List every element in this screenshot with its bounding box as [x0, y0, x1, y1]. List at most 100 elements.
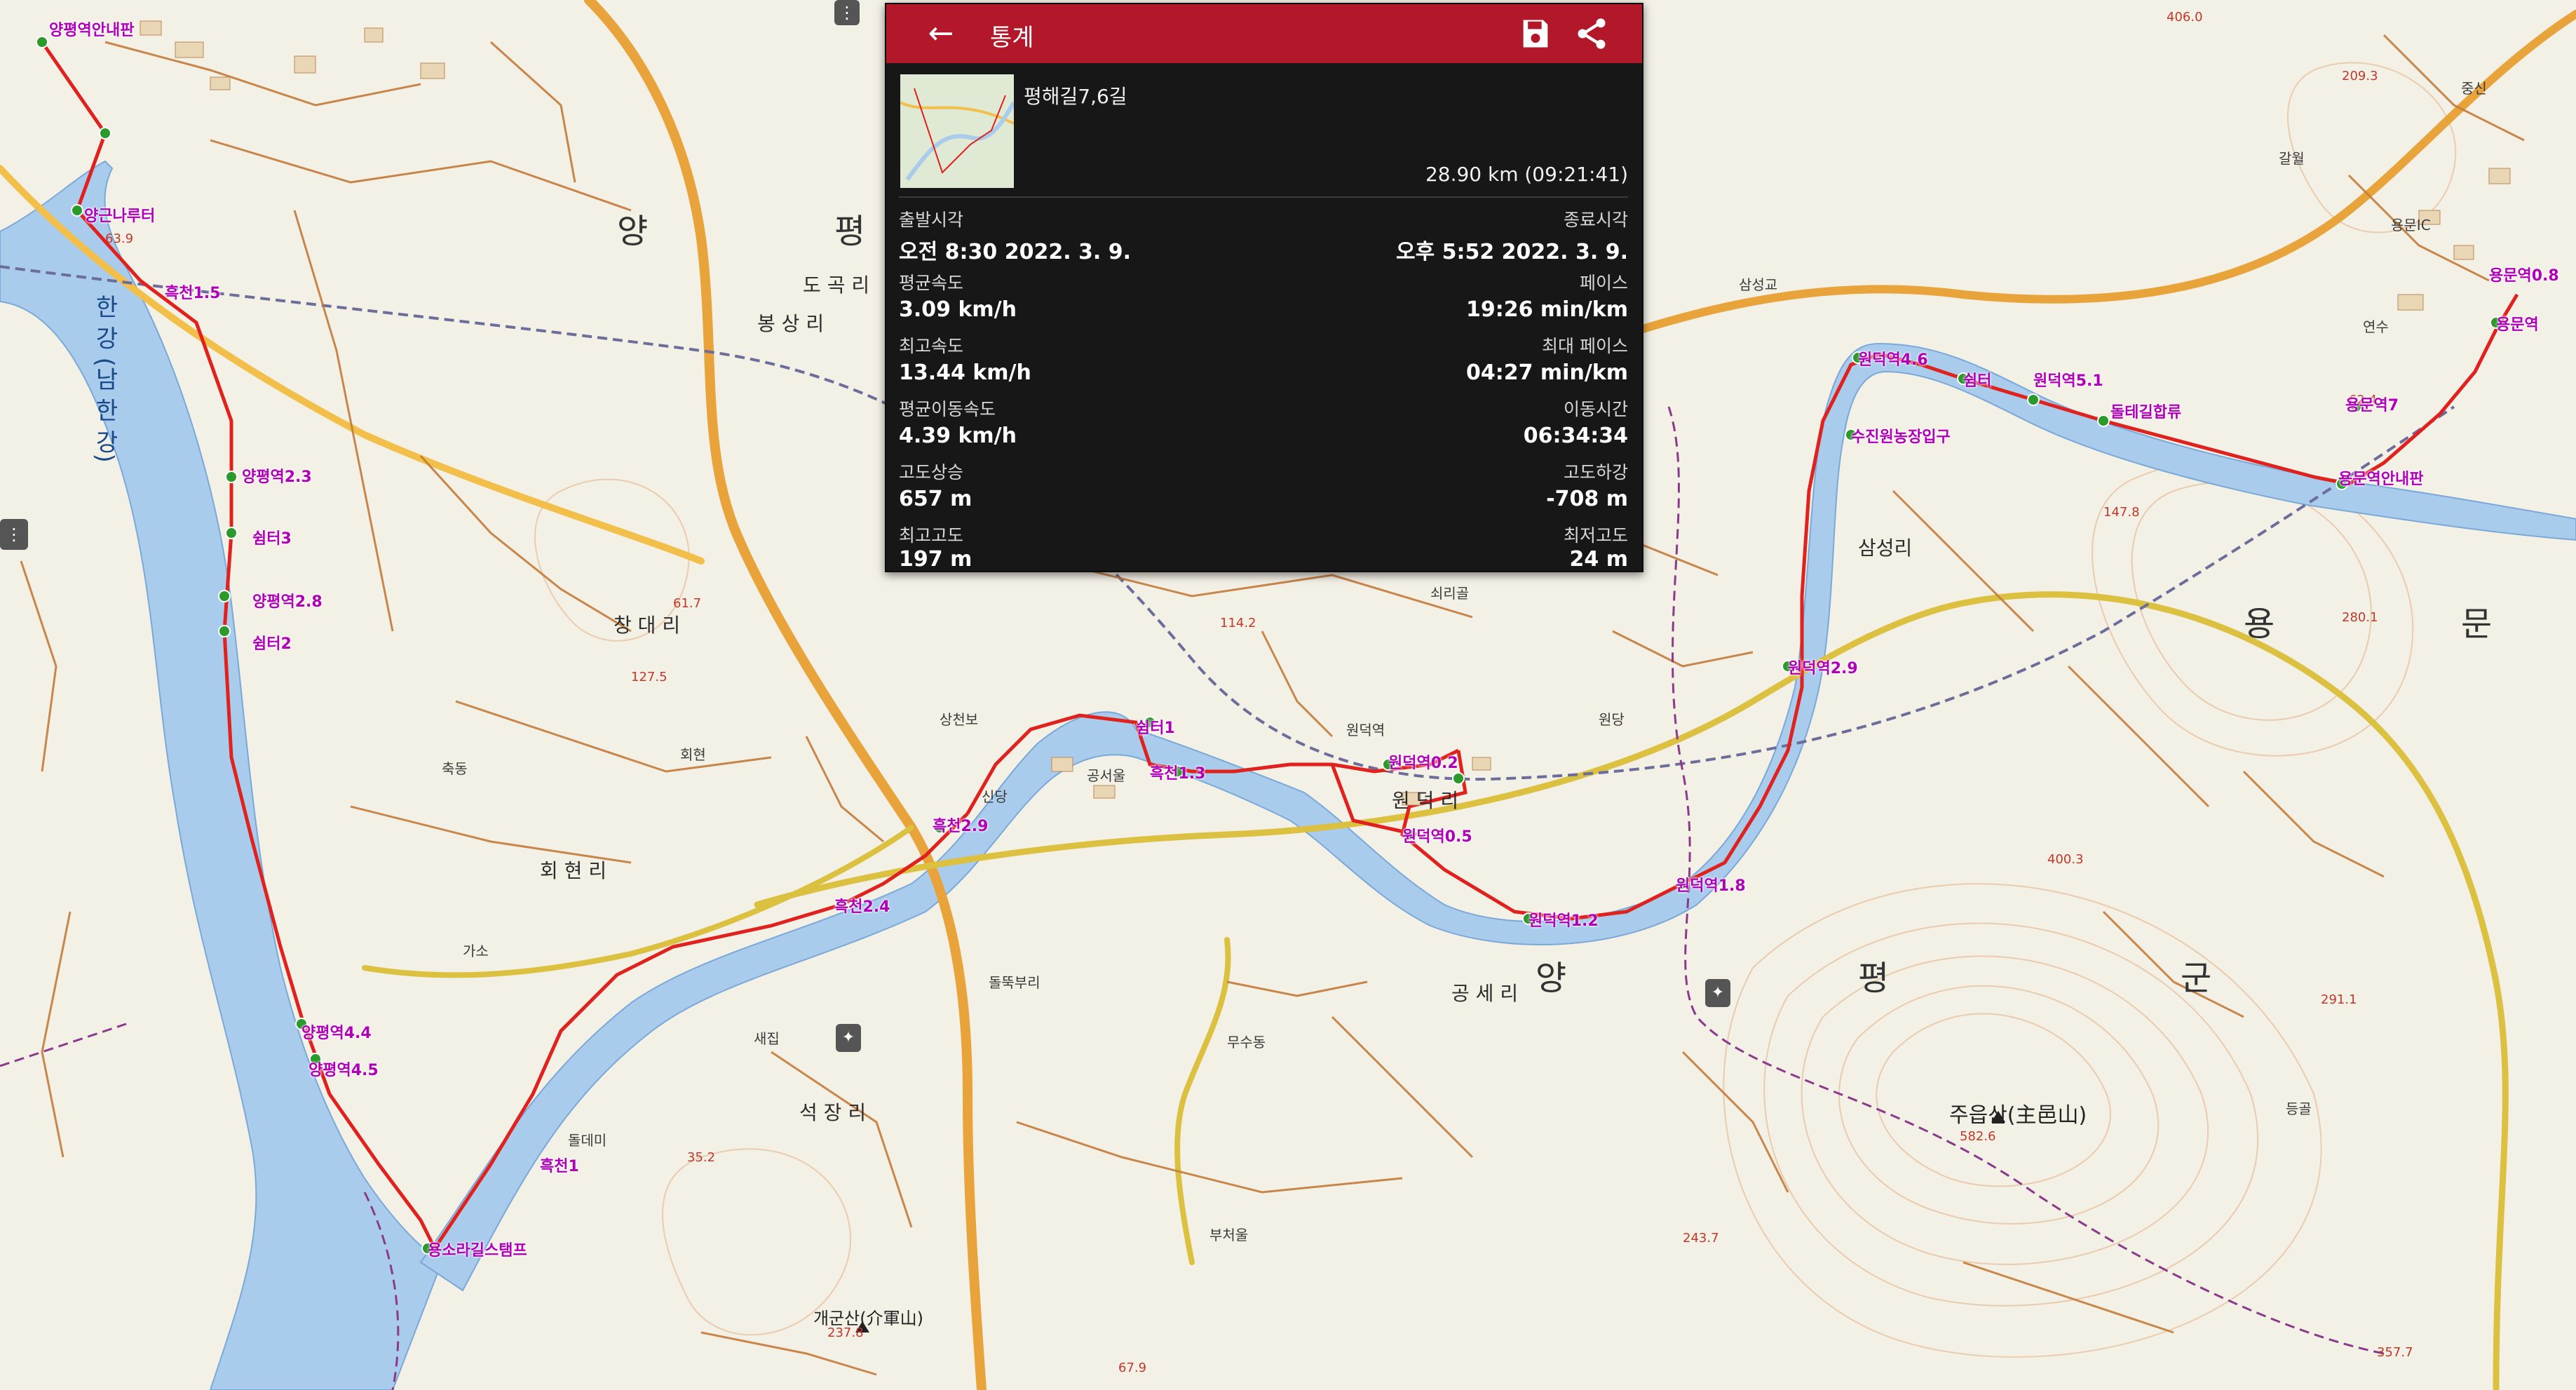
place-hoehyeon-2: 회현: [680, 746, 706, 763]
stat-label-pace: 페이스: [1579, 273, 1628, 293]
place-samseonggyo: 삼성교: [1739, 276, 1778, 293]
save-button[interactable]: [1517, 15, 1554, 52]
arrow-left-icon: ←: [928, 15, 954, 51]
place-sangcheon: 상천보: [940, 711, 979, 728]
spot-height: 400.3: [2047, 852, 2084, 867]
stat-value-ascent: 657 m: [899, 487, 972, 511]
spot-height: 147.8: [2103, 505, 2140, 520]
place-wondeok-station: 원덕역: [1346, 722, 1385, 738]
stat-value-start: 오전 8:30 2022. 3. 9.: [899, 240, 1132, 264]
spot-height: 291.1: [2321, 992, 2357, 1007]
route-label: 원덕역2.9: [1788, 660, 1858, 677]
route-label: 흑천1.5: [165, 285, 221, 302]
route-label: 양평역안내판: [49, 22, 135, 39]
route-label: 양평역2.3: [242, 468, 312, 486]
spot-height: 406.0: [2167, 10, 2203, 25]
share-button[interactable]: [1573, 15, 1610, 52]
route-label: 용문역: [2496, 316, 2539, 334]
route-label: 원덕역1.8: [1676, 877, 1746, 895]
map-label-mun: 문: [2461, 605, 2521, 644]
save-icon: [1523, 20, 1548, 48]
spot-height: 63.9: [105, 231, 134, 246]
place-buchul: 부처울: [1209, 1227, 1249, 1243]
stat-label-end: 종료시각: [1563, 210, 1628, 230]
map-marker-button-2[interactable]: ✦: [836, 1024, 861, 1052]
route-label: 용소라길스탬프: [428, 1242, 527, 1260]
back-button[interactable]: ←: [921, 14, 961, 53]
route-label: 흑천1.3: [1150, 765, 1206, 783]
place-sindang: 신당: [982, 788, 1008, 805]
route-label: 쉼터: [1963, 372, 1992, 390]
stat-value-max-pace: 04:27 min/km: [1465, 360, 1628, 385]
stat-value-min-alt: 24 m: [1569, 547, 1628, 572]
track-thumbnail[interactable]: [900, 74, 1014, 188]
route-label: 원덕역5.1: [2033, 372, 2103, 390]
peak-juepsan-name: 주읍산(主邑山): [1949, 1103, 2087, 1128]
spot-height: 357.7: [2377, 1345, 2413, 1360]
place-musudong: 무수동: [1227, 1034, 1266, 1051]
route-label: 흑천2.9: [933, 818, 989, 835]
spot-height: 114.2: [1220, 616, 1256, 630]
place-swaegol: 쇠리골: [1430, 585, 1470, 602]
route-label: 양평역4.4: [301, 1025, 372, 1042]
river-label: 한 강 (남 한 강): [90, 295, 118, 463]
map-label-yang: 양: [617, 212, 677, 251]
route-label: 쉼터1: [1136, 720, 1175, 737]
route-label: 용문역0.8: [2489, 267, 2559, 285]
stat-label-ascent: 고도상승: [899, 462, 964, 483]
track-name: 평해길7,6길: [1024, 85, 1127, 108]
stat-row-moving: 평균이동속도 4.39 km/h 이동시간 06:34:34: [899, 396, 1628, 460]
stat-row-time: 출발시각 오전 8:30 2022. 3. 9. 종료시각 오후 5:52 20…: [899, 206, 1628, 271]
place-gongseul: 공서울: [1087, 767, 1126, 784]
map-label-yang-2: 양: [1536, 959, 1595, 998]
place-hoehyeon: 회 현 리: [540, 859, 607, 882]
spot-height: 61.7: [673, 596, 702, 611]
stat-label-moving-time: 이동시간: [1563, 399, 1628, 419]
place-seokjang: 석 장 리: [799, 1101, 867, 1124]
stat-label-max-speed: 최고속도: [899, 336, 964, 356]
route-label: 원덕역0.5: [1402, 828, 1472, 846]
panel-title: 통계: [990, 24, 1034, 52]
stat-row-elevation-gain: 고도상승 657 m 고도하강 -708 m: [899, 459, 1628, 523]
route-label: 쉼터2: [252, 635, 292, 653]
stat-row-max-speed: 최고속도 13.44 km/h 최대 페이스 04:27 min/km: [899, 332, 1628, 397]
divider: [899, 196, 1628, 198]
stat-label-max-alt: 최고고도: [899, 525, 964, 546]
spot-height: 127.5: [631, 670, 667, 684]
place-chukdong: 축동: [442, 760, 468, 777]
place-doko: 도 곡 리: [803, 274, 870, 297]
peak-gaegunsan-height: 237.8: [827, 1325, 864, 1340]
place-gongse: 공 세 리: [1451, 982, 1519, 1005]
place-dolde: 돌데미: [568, 1132, 607, 1149]
spot-height: 209.3: [2342, 69, 2378, 83]
stat-value-max-speed: 13.44 km/h: [899, 360, 1031, 385]
admin-boundary: [1667, 406, 2385, 1355]
peak-juepsan-height: 582.6: [1960, 1129, 1996, 1144]
route-label: 원덕역4.6: [1858, 351, 1928, 369]
stat-label-moving-speed: 평균이동속도: [899, 399, 996, 419]
stat-row-speed: 평균속도 3.09 km/h 페이스 19:26 min/km: [899, 269, 1628, 334]
place-gaso: 가소: [463, 943, 489, 959]
share-icon: [1578, 18, 1606, 49]
map-side-handle-left[interactable]: ⋮: [0, 519, 28, 550]
map-label-yong: 용: [2244, 605, 2303, 644]
route-label: 용문역안내판: [2338, 471, 2424, 488]
map-marker-button[interactable]: ✦: [1705, 979, 1730, 1007]
map-top-handle[interactable]: ⋮: [834, 0, 860, 25]
panel-header: ← 통계: [886, 4, 1642, 63]
stat-label-min-alt: 최저고도: [1563, 525, 1628, 546]
place-yongmun-ic: 용문IC: [2391, 217, 2431, 234]
place-wondeok: 원 덕 리: [1392, 789, 1459, 812]
spot-height: 35.2: [687, 1150, 716, 1165]
route-label: 원덕역0.2: [1388, 755, 1458, 772]
place-changdae: 창 대 리: [614, 614, 681, 637]
route-label: 흑천1: [540, 1158, 579, 1175]
spot-height: 67.9: [1118, 1361, 1147, 1375]
route-label: 용문역7: [2345, 397, 2399, 414]
stat-value-moving-speed: 4.39 km/h: [899, 424, 1017, 448]
place-budukburi: 돌뚝부리: [989, 974, 1040, 991]
peak-markers: [855, 1111, 2005, 1332]
route-label: 양근나루터: [84, 208, 156, 225]
stat-value-avg-speed: 3.09 km/h: [899, 297, 1017, 322]
stat-label-avg-speed: 평균속도: [899, 273, 964, 293]
